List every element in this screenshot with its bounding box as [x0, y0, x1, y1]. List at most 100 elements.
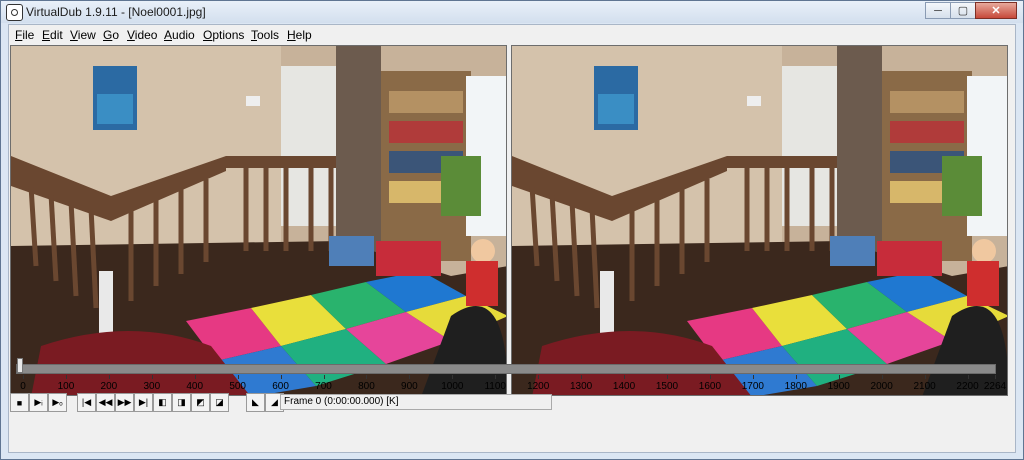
timeline-tick	[366, 375, 368, 379]
timeline-tick-label: 2200	[956, 381, 979, 392]
timeline-tick	[538, 375, 540, 379]
menu-audio[interactable]: Audio	[164, 28, 195, 42]
timeline-tick-label: 1200	[527, 381, 550, 392]
next-key-icon: ◨	[177, 397, 186, 407]
timeline-tick-label: 2100	[913, 381, 936, 392]
timeline-tick-label: 1300	[570, 381, 593, 392]
maximize-button[interactable]: ▢	[950, 2, 976, 19]
timeline-tick	[752, 375, 754, 379]
timeline-tick	[151, 375, 153, 379]
timeline-tick-label: 200	[100, 381, 118, 392]
timeline-tick-label: 900	[401, 381, 418, 392]
next-frame-icon: ▶▶	[117, 397, 132, 407]
end-icon: ▶|	[138, 397, 149, 407]
timeline-tick-label: 2264	[983, 381, 1007, 392]
timeline-tick-label: 700	[315, 381, 332, 392]
prev-frame-button[interactable]: ◀◀	[96, 393, 115, 412]
menu-options[interactable]: Options	[203, 28, 244, 42]
frame-status: Frame 0 (0:00:00.000) [K]	[280, 394, 552, 410]
timeline-tick-label: 500	[229, 381, 246, 392]
timeline-tick-label: 1900	[827, 381, 850, 392]
timeline-tick	[838, 375, 840, 379]
menu-bar: File Edit View Go Video Audio Options To…	[9, 25, 1015, 45]
timeline-tick	[624, 375, 626, 379]
timeline-tick	[581, 375, 583, 379]
navigation-toolbar: |◀ ◀◀ ▶▶ ▶| ◧ ◨ ◩ ◪	[77, 393, 229, 413]
close-button[interactable]: ✕	[975, 2, 1017, 19]
prev-frame-icon: ◀◀	[98, 397, 113, 407]
timeline-tick	[709, 375, 711, 379]
mark-out-icon: ◢	[271, 397, 278, 407]
timeline-tick-label: 1400	[612, 381, 636, 392]
timeline-tick	[881, 375, 883, 379]
scene-fwd-button[interactable]: ◪	[210, 393, 229, 412]
menu-view[interactable]: View	[70, 28, 96, 42]
output-video-pane[interactable]	[511, 45, 1008, 396]
timeline-tick-label: 2000	[870, 381, 893, 392]
menu-video[interactable]: Video	[127, 28, 157, 42]
mark-in-button[interactable]: ◣	[246, 393, 265, 412]
title-bar[interactable]: VirtualDub 1.9.11 - [Noel0001.jpg] ─ ▢ ✕	[1, 1, 1023, 23]
timeline-tick	[194, 375, 196, 379]
start-button[interactable]: |◀	[77, 393, 96, 412]
menu-help[interactable]: Help	[287, 28, 312, 42]
timeline-tick	[452, 375, 454, 379]
timeline-tick	[65, 375, 67, 379]
timeline-tick	[495, 375, 497, 379]
timeline-tick-label: 1700	[741, 381, 764, 392]
menu-edit[interactable]: Edit	[42, 28, 63, 42]
timeline-tick	[409, 375, 411, 379]
timeline-tick	[23, 375, 24, 379]
timeline-tick	[237, 375, 239, 379]
timeline-tick-label: 400	[186, 381, 204, 392]
mark-in-icon: ◣	[252, 397, 259, 407]
timeline-tick	[666, 375, 668, 379]
window-controls: ─ ▢ ✕	[925, 2, 1017, 20]
play-output-button[interactable]: ▶ₒ	[48, 393, 67, 412]
timeline-tick-label: 1600	[698, 381, 722, 392]
timeline-tick-label: 1800	[784, 381, 807, 392]
timeline-tick-label: 0	[20, 381, 26, 392]
menu-go[interactable]: Go	[103, 28, 119, 42]
timeline-tick	[323, 375, 325, 379]
minimize-button[interactable]: ─	[925, 2, 951, 19]
app-icon[interactable]	[6, 4, 23, 21]
timeline-tick-label: 1500	[655, 381, 679, 392]
start-icon: |◀	[81, 397, 92, 407]
timeline-track[interactable]	[16, 364, 996, 374]
timeline-tick	[280, 375, 282, 379]
stop-button[interactable]: ■	[10, 393, 29, 412]
prev-key-icon: ◧	[158, 397, 167, 407]
prev-key-button[interactable]: ◧	[153, 393, 172, 412]
play-output-icon: ▶ₒ	[52, 397, 63, 407]
timeline-tick-label: 100	[57, 381, 75, 392]
app-window: VirtualDub 1.9.11 - [Noel0001.jpg] ─ ▢ ✕…	[0, 0, 1024, 460]
output-frame-image	[512, 46, 1007, 395]
mark-toolbar: ◣ ◢	[246, 393, 284, 413]
play-input-button[interactable]: ▶ᵢ	[29, 393, 48, 412]
timeline-tick-label: 1100	[484, 381, 507, 392]
menu-tools[interactable]: Tools	[251, 28, 279, 42]
input-video-pane[interactable]	[10, 45, 507, 396]
playback-toolbar: ■ ▶ᵢ ▶ₒ	[10, 393, 67, 413]
input-frame-image	[11, 46, 506, 395]
timeline-tick	[108, 375, 110, 379]
timeline-tick-label: 800	[358, 381, 375, 392]
scene-back-icon: ◩	[196, 397, 205, 407]
window-title: VirtualDub 1.9.11 - [Noel0001.jpg]	[26, 5, 206, 19]
timeline-tick	[967, 375, 969, 379]
timeline-thumb[interactable]	[17, 358, 23, 373]
timeline-tick	[924, 375, 926, 379]
scene-back-button[interactable]: ◩	[191, 393, 210, 412]
end-button[interactable]: ▶|	[134, 393, 153, 412]
scene-fwd-icon: ◪	[215, 397, 224, 407]
timeline-tick	[995, 375, 996, 379]
timeline-tick-label: 1000	[441, 381, 464, 392]
timeline-tick-label: 300	[143, 381, 161, 392]
next-key-button[interactable]: ◨	[172, 393, 191, 412]
next-frame-button[interactable]: ▶▶	[115, 393, 134, 412]
timeline-tick	[795, 375, 797, 379]
stop-icon: ■	[16, 397, 23, 408]
menu-file[interactable]: File	[15, 28, 34, 42]
play-input-icon: ▶ᵢ	[34, 397, 43, 407]
